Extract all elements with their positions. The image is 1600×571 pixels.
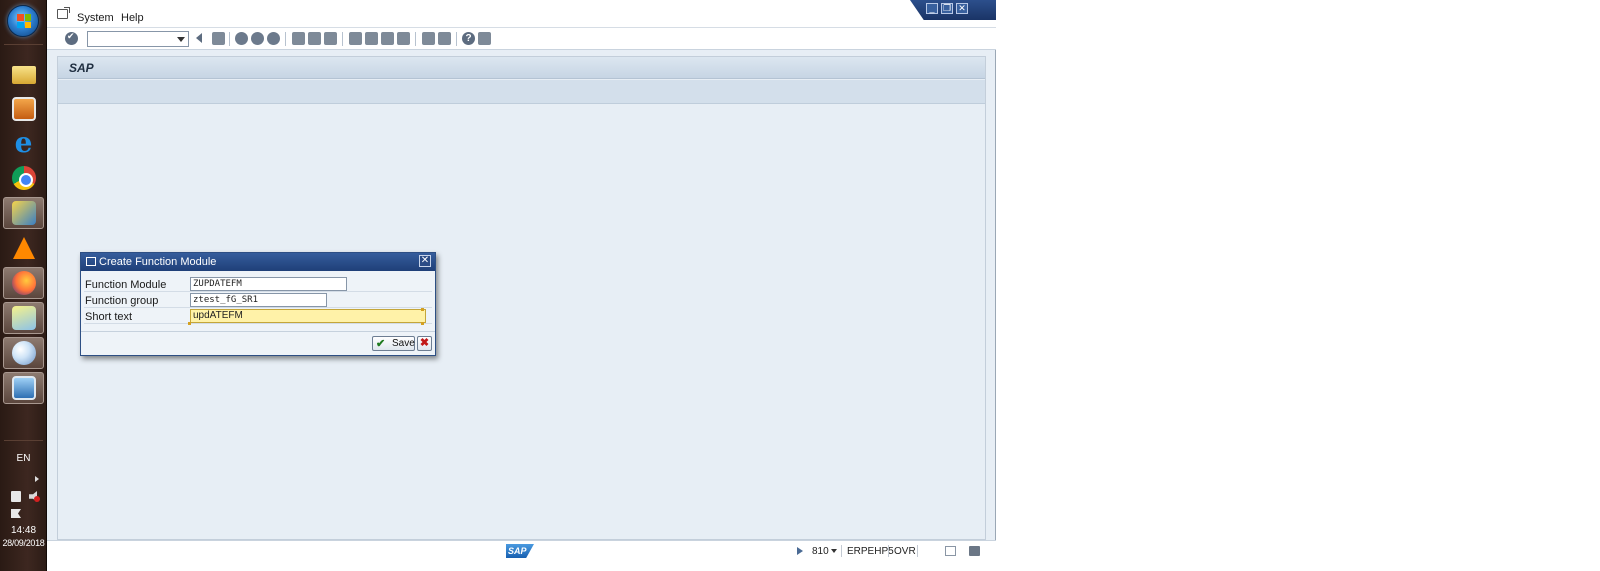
photo-viewer-icon [11, 376, 36, 400]
function-module-input[interactable]: ZUPDATEFM [190, 277, 347, 291]
action-center-flag-icon[interactable] [11, 509, 21, 518]
chevron-down-icon[interactable] [831, 549, 837, 553]
language-indicator[interactable]: EN [0, 453, 47, 464]
folder-icon [11, 66, 36, 84]
chevron-down-icon[interactable] [177, 37, 185, 42]
taskbar-chrome[interactable] [3, 162, 44, 194]
sap-logo: SAP [506, 544, 534, 558]
system-tray [0, 490, 47, 504]
status-system: ERPEHP5 [847, 546, 894, 557]
sap-logon-icon [11, 201, 36, 225]
sticky-notes-icon [11, 306, 36, 330]
function-module-label: Function Module [85, 279, 167, 291]
customize-layout-icon[interactable] [478, 32, 491, 45]
resize-handle [188, 322, 191, 325]
taskbar-sap-logon[interactable] [3, 197, 44, 229]
standard-toolbar: ? [47, 28, 996, 50]
paint-icon [11, 341, 36, 365]
checkmark-icon: ✔ [376, 338, 386, 350]
command-field[interactable] [87, 31, 189, 47]
save-button-label: Save [392, 338, 415, 349]
create-shortcut-icon[interactable] [438, 32, 451, 45]
find-icon[interactable] [308, 32, 321, 45]
taskbar-sticky-notes[interactable] [3, 302, 44, 334]
back-icon[interactable] [235, 32, 248, 45]
taskbar-media-player[interactable] [3, 93, 44, 125]
create-session-icon[interactable] [422, 32, 435, 45]
taskbar-internet-explorer[interactable]: e [3, 127, 44, 159]
find-next-icon[interactable] [324, 32, 337, 45]
menu-help[interactable]: Help [121, 12, 144, 24]
enter-icon[interactable] [65, 31, 78, 45]
minimize-icon[interactable]: _ [926, 3, 938, 14]
dialog-title-bar: Create Function Module ✕ [81, 253, 435, 271]
firefox-icon [11, 271, 36, 295]
previous-page-icon[interactable] [365, 32, 378, 45]
help-icon[interactable]: ? [462, 32, 475, 45]
window-controls: _ ❐ ✕ [910, 0, 996, 20]
start-button[interactable] [7, 5, 39, 37]
taskbar-paint[interactable] [3, 337, 44, 369]
media-player-icon [11, 97, 36, 121]
network-icon[interactable] [11, 491, 21, 502]
volume-muted-icon [34, 496, 40, 502]
dialog-edit-icon [86, 257, 96, 266]
short-text-input[interactable]: updATEFM [190, 309, 426, 323]
application-toolbar [58, 80, 985, 104]
page-title: SAP [69, 61, 94, 75]
save-button[interactable]: ✔ Save [372, 336, 415, 351]
windows-logo-icon [17, 14, 31, 28]
lock-icon[interactable] [969, 546, 980, 556]
status-client: 810 [812, 546, 829, 557]
clock-time[interactable]: 14:48 [0, 525, 47, 537]
menu-system[interactable]: System [77, 12, 114, 24]
print-icon[interactable] [292, 32, 305, 45]
menu-bar: System Help _ ❐ ✕ [47, 0, 996, 28]
status-mode[interactable]: OVR [894, 546, 916, 557]
short-text-row: Short text updATEFM [84, 309, 432, 324]
first-page-icon[interactable] [349, 32, 362, 45]
taskbar-photo-viewer[interactable] [3, 372, 44, 404]
screen-title-bar: SAP [58, 57, 985, 79]
internet-explorer-icon: e [14, 126, 33, 159]
taskbar-divider [4, 44, 43, 45]
short-text-label: Short text [85, 311, 133, 323]
taskbar-vlc[interactable] [3, 232, 44, 264]
show-hidden-icons-arrow-icon[interactable] [35, 476, 39, 482]
cancel-icon[interactable] [267, 32, 280, 45]
status-expand-icon[interactable] [797, 547, 803, 555]
vlc-icon [12, 237, 35, 259]
dialog-title: Create Function Module [99, 256, 217, 268]
taskbar-file-explorer[interactable] [3, 59, 44, 91]
create-function-module-dialog: Create Function Module ✕ Function Module… [80, 252, 436, 356]
collapse-command-field-icon[interactable] [196, 33, 202, 43]
chrome-icon [11, 166, 36, 190]
status-bar: SAP 810 ERPEHP5 OVR [47, 540, 996, 560]
function-group-row: Function group ztest_fG_SR1 [84, 293, 432, 308]
function-group-label: Function group [85, 295, 159, 307]
resize-handle [421, 308, 424, 311]
function-group-input[interactable]: ztest_fG_SR1 [190, 293, 327, 307]
save-icon[interactable] [212, 32, 225, 45]
next-page-icon[interactable] [381, 32, 394, 45]
taskbar-divider [4, 440, 43, 441]
system-menu-icon[interactable] [57, 9, 68, 19]
exit-icon[interactable] [251, 32, 264, 45]
status-info-icon[interactable] [945, 546, 956, 556]
dialog-divider [81, 331, 435, 332]
windows-taskbar: e EN 14:48 28/09/2018 [0, 0, 47, 571]
cancel-button[interactable]: ✖ [417, 336, 432, 351]
function-module-row: Function Module ZUPDATEFM [84, 277, 432, 292]
resize-handle [421, 322, 424, 325]
close-window-icon[interactable]: ✕ [956, 3, 968, 14]
last-page-icon[interactable] [397, 32, 410, 45]
restore-icon[interactable]: ❐ [941, 3, 953, 14]
clock-date[interactable]: 28/09/2018 [0, 537, 47, 549]
taskbar-firefox[interactable] [3, 267, 44, 299]
close-icon[interactable]: ✕ [419, 255, 431, 267]
